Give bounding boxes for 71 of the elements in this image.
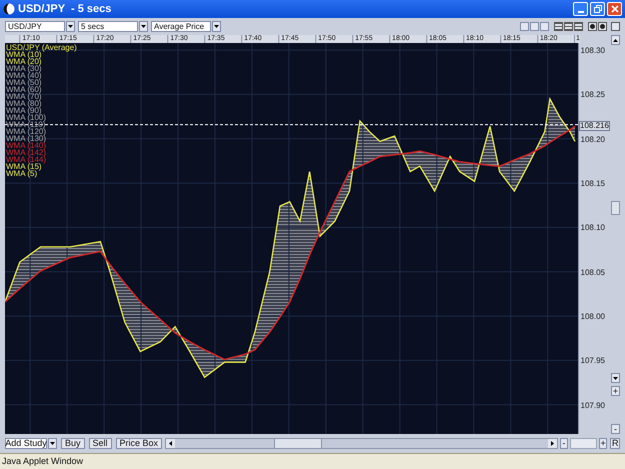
close-icon [610, 5, 618, 13]
vertical-scrollbar[interactable]: + - [611, 35, 620, 434]
legend-item: WMA (144) [6, 156, 48, 163]
legend-item: WMA (120) [6, 128, 48, 135]
dropdown-button[interactable] [66, 21, 75, 32]
window-icon[interactable] [611, 22, 620, 31]
price-label: 108.25 [580, 90, 605, 100]
circle-icon[interactable] [588, 22, 597, 31]
zoom-in-button[interactable]: + [598, 438, 608, 448]
status-text: Java Applet Window [2, 454, 84, 468]
caret-icon [141, 25, 146, 28]
price-label: 108.15 [580, 179, 605, 188]
scroll-thumb[interactable] [611, 201, 620, 215]
price-type-select[interactable]: Average Price [151, 21, 211, 32]
zoom-in-button[interactable]: + [611, 386, 620, 396]
legend-item: WMA (100) [6, 114, 48, 121]
legend-item: WMA (90) [6, 107, 42, 114]
legend-item: WMA (15) [6, 163, 42, 170]
legend-item: WMA (60) [6, 86, 43, 93]
reset-button[interactable]: R [610, 438, 620, 448]
zoom-out-button[interactable]: - [611, 424, 620, 434]
price-label: 108.05 [580, 268, 605, 277]
legend-item: WMA (140) [6, 142, 48, 149]
dropdown-button[interactable] [48, 438, 57, 448]
legend-item: WMA (130) [6, 135, 48, 142]
legend-item: WMA (50) [6, 79, 43, 86]
price-label: 107.95 [580, 356, 605, 366]
legend-item: WMA (70) [6, 93, 43, 100]
legend-item: WMA (40) [6, 72, 43, 79]
price-label: 108.30 [580, 46, 605, 56]
price-label: 107.90 [580, 400, 605, 410]
scroll-thumb[interactable] [274, 438, 322, 448]
add-study-button[interactable]: Add Study [5, 438, 47, 448]
up-arrow-icon [613, 38, 618, 42]
app-icon [3, 3, 15, 15]
caret-icon [68, 25, 73, 28]
scroll-up-button[interactable] [611, 35, 620, 45]
legend-item: WMA (80) [6, 100, 43, 107]
interval-select[interactable]: 5 secs [78, 21, 138, 32]
toolbar-button[interactable]: Price Box [116, 438, 162, 448]
dropdown-button[interactable] [139, 21, 148, 32]
legend-item: WMA (10) [6, 51, 42, 58]
down-arrow-icon [613, 376, 618, 380]
window-title: USD/JPY - 5 secs [18, 2, 112, 17]
legend-item: WMA (5) [6, 170, 38, 177]
current-price-label: 108.216 [579, 120, 610, 131]
legend-item: WMA (110) [6, 121, 46, 128]
price-label: 108.00 [580, 312, 605, 322]
left-arrow-icon[interactable] [166, 438, 176, 448]
legend-item: USD/JPY (Average) [6, 44, 77, 51]
price-label: 108.10 [580, 223, 605, 232]
minimize-icon [578, 11, 584, 13]
caret-icon [50, 442, 55, 444]
restore-icon [594, 5, 602, 13]
symbol-select[interactable]: USD/JPY [5, 21, 65, 32]
legend-item: WMA (20) [6, 58, 43, 65]
caret-icon [214, 25, 219, 28]
price-label: 108.20 [580, 134, 605, 144]
legend-item: WMA (142) [6, 149, 48, 156]
zoom-out-button[interactable]: - [560, 438, 568, 448]
scroll-down-button[interactable] [611, 373, 620, 383]
legend-item: WMA (30) [6, 65, 43, 72]
minimize-button[interactable] [573, 2, 588, 16]
circle-icon[interactable] [598, 22, 607, 31]
toolbar-button[interactable]: Buy [61, 438, 85, 448]
right-arrow-icon[interactable] [548, 438, 557, 448]
horizontal-scrollbar[interactable] [165, 438, 558, 448]
toolbar-button[interactable]: Sell [88, 438, 112, 448]
maximize-button[interactable] [590, 2, 605, 16]
dropdown-button[interactable] [212, 21, 221, 32]
close-button[interactable] [607, 2, 622, 16]
